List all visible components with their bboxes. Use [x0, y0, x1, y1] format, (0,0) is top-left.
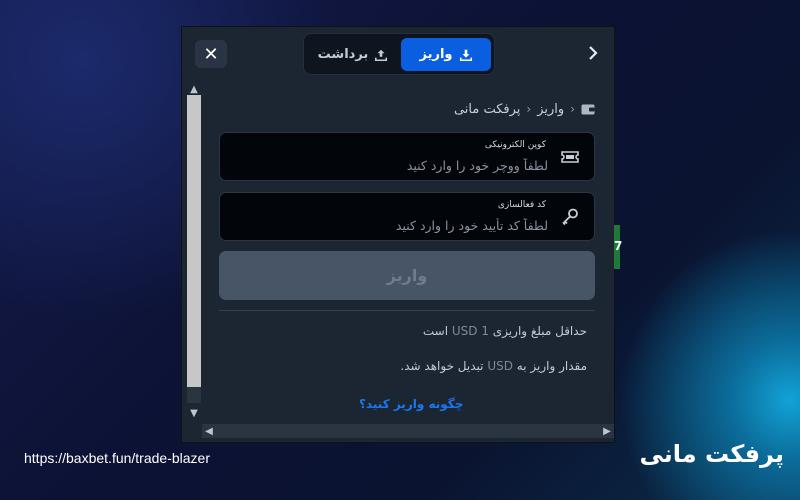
panel-header: ✕ برداشت واریز [182, 27, 614, 79]
voucher-field[interactable]: کوپن الکترونیکی [219, 132, 595, 181]
chevron-right-icon [589, 46, 598, 60]
tab-deposit[interactable]: واریز [401, 38, 491, 71]
min-deposit-amount: 1 USD [451, 324, 489, 338]
activation-code-field[interactable]: کد فعالسازی [219, 192, 595, 241]
min-deposit-info: حداقل مبلغ واریزی 1 USD است [423, 324, 587, 338]
key-icon [562, 208, 578, 226]
scroll-right-arrow[interactable]: ▶ [600, 424, 614, 438]
breadcrumb-separator: ‹ [570, 102, 575, 116]
horizontal-scroll-track[interactable] [202, 424, 614, 438]
close-icon: ✕ [203, 43, 219, 65]
tab-deposit-label: واریز [419, 47, 453, 62]
tab-withdraw-label: برداشت [317, 47, 369, 62]
voucher-label: کوپن الکترونیکی [484, 140, 546, 150]
conversion-suffix: تبدیل خواهد شد. [400, 359, 484, 373]
breadcrumb-deposit[interactable]: واریز [537, 102, 564, 117]
background-strip: 7 [614, 225, 623, 269]
activation-code-label: کد فعالسازی [497, 200, 546, 210]
deposit-panel: ✕ برداشت واریز ▲ ▼ ‹ واریز ‹ پرفکت مانی … [182, 27, 614, 442]
min-deposit-prefix: حداقل مبلغ واریزی [492, 324, 587, 338]
conversion-currency: USD [487, 359, 513, 373]
divider [219, 310, 595, 311]
breadcrumb-separator: ‹ [526, 102, 532, 116]
scroll-thumb[interactable] [187, 95, 201, 387]
voucher-input[interactable] [248, 155, 548, 175]
close-button[interactable]: ✕ [195, 40, 227, 68]
breadcrumb: ‹ واریز ‹ پرفکت مانی [454, 99, 595, 119]
panel-content: ‹ واریز ‹ پرفکت مانی کوپن الکترونیکی کد … [202, 79, 595, 421]
source-url: https://baxbet.fun/trade-blazer [24, 450, 210, 466]
scroll-down-arrow[interactable]: ▼ [187, 407, 201, 419]
min-deposit-suffix: است [422, 324, 449, 338]
background-digit: 7 [614, 239, 623, 253]
conversion-info: مقدار واریز به USD تبدیل خواهد شد. [400, 359, 587, 373]
ticket-icon [561, 151, 579, 163]
wallet-icon [581, 104, 595, 115]
upload-icon [375, 49, 388, 61]
download-icon [459, 49, 472, 61]
deposit-submit-button[interactable]: واریز [219, 251, 595, 300]
horizontal-scrollbar[interactable]: ◀ ▶ [202, 421, 614, 442]
tab-withdraw[interactable]: برداشت [310, 38, 396, 71]
back-button[interactable] [586, 43, 600, 63]
how-to-deposit-link[interactable]: چگونه واریز کنید؟ [359, 397, 463, 411]
activation-code-input[interactable] [248, 215, 548, 235]
scroll-up-arrow[interactable]: ▲ [187, 83, 201, 95]
breadcrumb-perfect-money: پرفکت مانی [453, 101, 521, 117]
scroll-left-arrow[interactable]: ◀ [202, 424, 216, 438]
conversion-prefix: مقدار واریز به [516, 359, 587, 373]
vertical-scrollbar[interactable]: ▲ ▼ [182, 79, 202, 421]
brand-title: پرفکت مانی [639, 440, 784, 468]
tab-switcher: برداشت واریز [303, 33, 495, 75]
